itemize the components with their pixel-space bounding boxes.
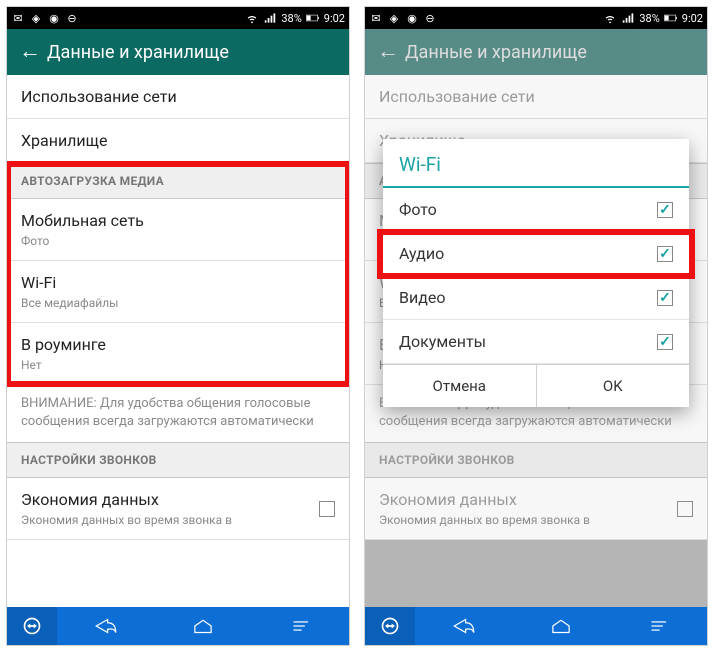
nav-bar [7,607,349,645]
auto-download-hint: ВНИМАНИЕ: Для удобства общения голосовые… [7,385,349,442]
nav-teamviewer[interactable] [365,607,415,645]
row-label: Экономия данных [21,490,335,509]
nav-home[interactable] [512,607,609,645]
tag-icon: ◈ [387,11,401,25]
dialog-ok-button[interactable]: OK [536,365,690,407]
phone-right: ✉ ◈ ◉ ⊖ 38% 9:02 ← [364,6,708,646]
dialog-item-docs[interactable]: Документы ✓ [383,320,689,364]
battery-icon [664,11,678,25]
row-wifi[interactable]: Wi-Fi Все медиафайлы [7,261,349,323]
dialog-item-video[interactable]: Видео ✓ [383,276,689,320]
item-label: Документы [399,332,486,351]
row-label: Экономия данных [379,490,693,509]
clock: 9:02 [682,12,703,25]
row-label: Мобильная сеть [21,211,335,230]
nav-back[interactable] [415,607,512,645]
teamviewer-icon: ⊖ [423,11,437,25]
row-label: Использование сети [21,87,335,106]
row-low-data: Экономия данных Экономия данных во время… [365,478,707,540]
mail-icon: ✉ [11,11,25,25]
row-label: Хранилище [21,131,335,150]
row-sub: Все медиафайлы [21,296,335,310]
eye-icon: ◉ [405,11,419,25]
row-label: Использование сети [379,87,693,106]
back-icon: ← [377,41,405,63]
row-network-usage[interactable]: Использование сети [7,75,349,119]
item-label: Аудио [399,244,444,263]
nav-recent[interactable] [252,607,349,645]
nav-recent[interactable] [610,607,707,645]
nav-teamviewer[interactable] [7,607,57,645]
signal-icon [621,11,635,25]
phone-left: ✉ ◈ ◉ ⊖ 38% 9:02 ← Дан [6,6,350,646]
row-sub: Нет [21,358,335,372]
signal-icon [263,11,277,25]
status-bar: ✉ ◈ ◉ ⊖ 38% 9:02 [7,7,349,29]
wifi-icon [603,11,617,25]
wifi-icon [245,11,259,25]
wifi-dialog: Wi-Fi Фото ✓ Аудио ✓ Видео ✓ Документы ✓ [383,139,689,407]
row-label: Wi-Fi [21,273,335,292]
appbar-title: Данные и хранилище [47,42,229,63]
row-low-data[interactable]: Экономия данных Экономия данных во время… [7,478,349,540]
battery-pct: 38% [281,12,301,25]
item-label: Фото [399,200,437,219]
clock: 9:02 [324,12,345,25]
appbar-title: Данные и хранилище [405,42,587,63]
row-mobile-data[interactable]: Мобильная сеть Фото [7,199,349,261]
checkbox-icon[interactable]: ✓ [657,334,673,350]
section-call-settings: НАСТРОЙКИ ЗВОНКОВ [365,442,707,478]
eye-icon: ◉ [47,11,61,25]
section-call-settings: НАСТРОЙКИ ЗВОНКОВ [7,442,349,478]
row-storage[interactable]: Хранилище [7,119,349,163]
checkbox-icon[interactable]: ✓ [657,246,673,262]
tag-icon: ◈ [29,11,43,25]
app-bar: ← Данные и хранилище [365,29,707,75]
mail-icon: ✉ [369,11,383,25]
status-bar: ✉ ◈ ◉ ⊖ 38% 9:02 [365,7,707,29]
dialog-item-photo[interactable]: Фото ✓ [383,188,689,232]
row-sub: Экономия данных во время звонка в [379,513,693,527]
back-icon[interactable]: ← [19,41,47,63]
app-bar: ← Данные и хранилище [7,29,349,75]
nav-home[interactable] [154,607,251,645]
row-sub: Экономия данных во время звонка в [21,513,335,527]
dialog-cancel-button[interactable]: Отмена [383,365,536,407]
row-network-usage: Использование сети [365,75,707,119]
item-label: Видео [399,288,445,307]
dialog-title: Wi-Fi [383,139,689,188]
checkbox-low-data [677,501,693,517]
checkbox-icon[interactable]: ✓ [657,202,673,218]
row-roaming[interactable]: В роуминге Нет [7,323,349,385]
row-label: В роуминге [21,335,335,354]
checkbox-low-data[interactable] [319,501,335,517]
battery-icon [306,11,320,25]
checkbox-icon[interactable]: ✓ [657,290,673,306]
dialog-item-audio[interactable]: Аудио ✓ [383,232,689,276]
section-auto-download: АВТОЗАГРУЗКА МЕДИА [7,163,349,199]
row-sub: Фото [21,234,335,248]
teamviewer-icon: ⊖ [65,11,79,25]
battery-pct: 38% [639,12,659,25]
nav-bar [365,607,707,645]
nav-back[interactable] [57,607,154,645]
